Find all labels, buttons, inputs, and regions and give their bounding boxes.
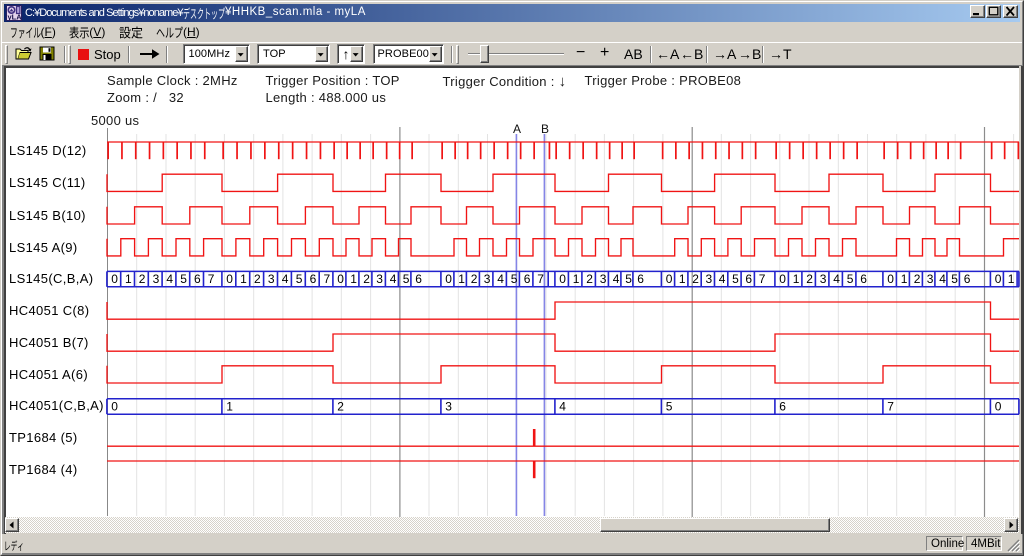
svg-text:1: 1 [1008,272,1015,286]
svg-text:0: 0 [995,272,1002,286]
svg-text:0: 0 [111,272,118,286]
svg-text:3: 3 [927,272,934,286]
svg-text:5: 5 [403,272,410,286]
svg-text:1: 1 [793,272,800,286]
svg-text:1: 1 [240,272,247,286]
svg-text:2: 2 [337,399,344,413]
svg-text:0: 0 [445,272,452,286]
svg-text:0: 0 [666,272,673,286]
svg-text:6: 6 [194,272,201,286]
svg-text:5: 5 [847,272,854,286]
svg-text:6: 6 [310,272,317,286]
svg-text:1: 1 [350,272,357,286]
svg-text:0: 0 [779,272,786,286]
svg-text:6: 6 [415,272,422,286]
svg-text:0: 0 [226,272,233,286]
svg-text:6: 6 [524,272,531,286]
svg-text:1: 1 [679,272,686,286]
svg-text:5: 5 [951,272,958,286]
svg-text:4: 4 [939,272,946,286]
svg-text:2: 2 [254,272,261,286]
svg-text:7: 7 [887,399,894,413]
svg-text:4: 4 [166,272,173,286]
svg-text:4: 4 [497,272,504,286]
svg-text:7: 7 [208,272,215,286]
svg-text:3: 3 [153,272,160,286]
svg-text:5: 5 [296,272,303,286]
svg-text:3: 3 [484,272,491,286]
svg-text:1: 1 [573,272,580,286]
svg-text:2: 2 [139,272,146,286]
svg-text:2: 2 [586,272,593,286]
svg-text:3: 3 [820,272,827,286]
svg-text:3: 3 [445,399,452,413]
svg-text:4: 4 [559,399,566,413]
svg-text:7: 7 [324,272,331,286]
svg-text:4: 4 [282,272,289,286]
svg-text:6: 6 [745,272,752,286]
svg-text:0: 0 [111,399,118,413]
svg-text:6: 6 [779,399,786,413]
svg-text:0: 0 [559,272,566,286]
svg-text:1: 1 [226,399,233,413]
svg-text:5: 5 [666,399,673,413]
svg-text:1: 1 [901,272,908,286]
svg-text:1: 1 [125,272,132,286]
svg-text:5: 5 [511,272,518,286]
svg-text:4: 4 [390,272,397,286]
svg-text:2: 2 [692,272,699,286]
svg-text:3: 3 [376,272,383,286]
svg-text:2: 2 [806,272,813,286]
svg-text:3: 3 [600,272,607,286]
svg-text:4: 4 [833,272,840,286]
svg-text:5: 5 [732,272,739,286]
svg-text:6: 6 [637,272,644,286]
svg-text:7: 7 [759,272,766,286]
svg-text:6: 6 [860,272,867,286]
svg-text:2: 2 [471,272,478,286]
svg-text:2: 2 [914,272,921,286]
svg-text:5: 5 [180,272,187,286]
svg-text:0: 0 [887,272,894,286]
svg-text:3: 3 [706,272,713,286]
svg-text:3: 3 [268,272,275,286]
svg-text:2: 2 [363,272,370,286]
svg-text:0: 0 [995,399,1002,413]
svg-text:4: 4 [613,272,620,286]
svg-text:5: 5 [625,272,632,286]
svg-text:1: 1 [458,272,465,286]
svg-text:4: 4 [719,272,726,286]
svg-text:0: 0 [337,272,344,286]
svg-text:6: 6 [964,272,971,286]
svg-text:7: 7 [537,272,544,286]
